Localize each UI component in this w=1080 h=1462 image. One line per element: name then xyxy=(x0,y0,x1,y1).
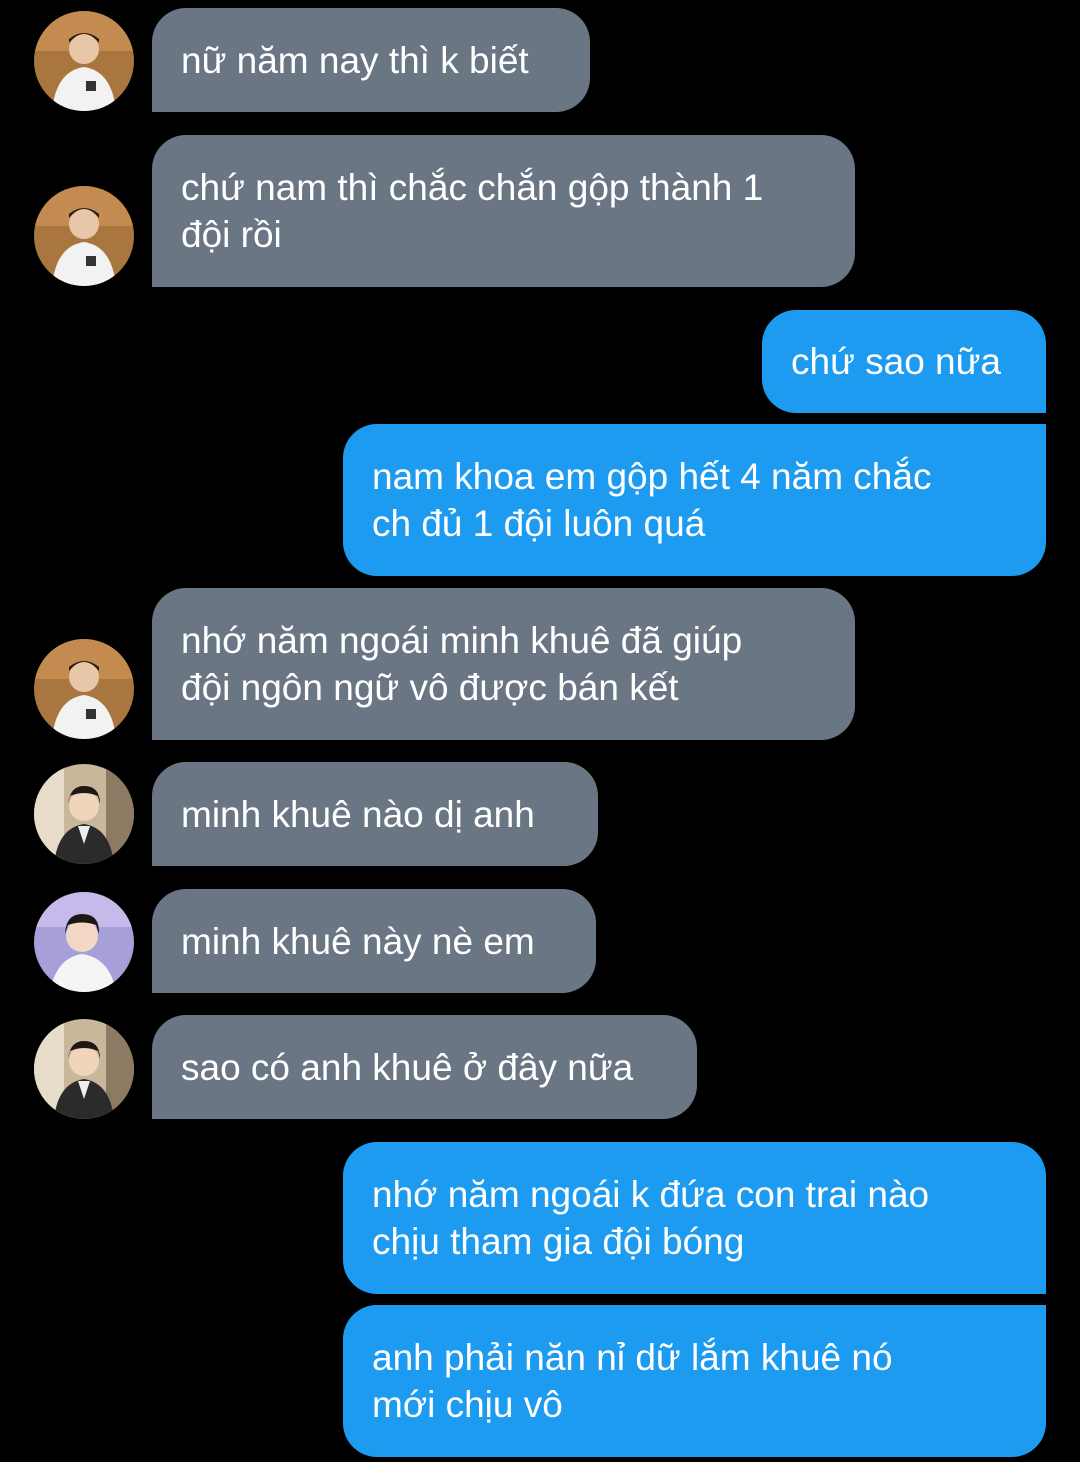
person-a-avatar[interactable] xyxy=(34,639,134,739)
person-b-avatar[interactable] xyxy=(34,1019,134,1119)
message-bubble-incoming[interactable]: minh khuê này nè em xyxy=(152,889,596,993)
message-bubble-outgoing[interactable]: anh phải năn nỉ dữ lắm khuê nó mới chịu … xyxy=(343,1305,1046,1457)
message-bubble-incoming[interactable]: nữ năm nay thì k biết xyxy=(152,8,590,112)
message-bubble-incoming[interactable]: minh khuê nào dị anh xyxy=(152,762,598,866)
person-c-avatar[interactable] xyxy=(34,892,134,992)
person-a-avatar[interactable] xyxy=(34,11,134,111)
message-bubble-incoming[interactable]: chứ nam thì chắc chắn gộp thành 1 đội rồ… xyxy=(152,135,855,287)
person-b-avatar[interactable] xyxy=(34,764,134,864)
message-bubble-outgoing[interactable]: nam khoa em gộp hết 4 năm chắc ch đủ 1 đ… xyxy=(343,424,1046,576)
message-bubble-incoming[interactable]: sao có anh khuê ở đây nữa xyxy=(152,1015,697,1119)
message-bubble-incoming[interactable]: nhớ năm ngoái minh khuê đã giúp đội ngôn… xyxy=(152,588,855,740)
person-a-avatar[interactable] xyxy=(34,186,134,286)
message-bubble-outgoing[interactable]: chứ sao nữa xyxy=(762,310,1046,413)
message-bubble-outgoing[interactable]: nhớ năm ngoái k đứa con trai nào chịu th… xyxy=(343,1142,1046,1294)
